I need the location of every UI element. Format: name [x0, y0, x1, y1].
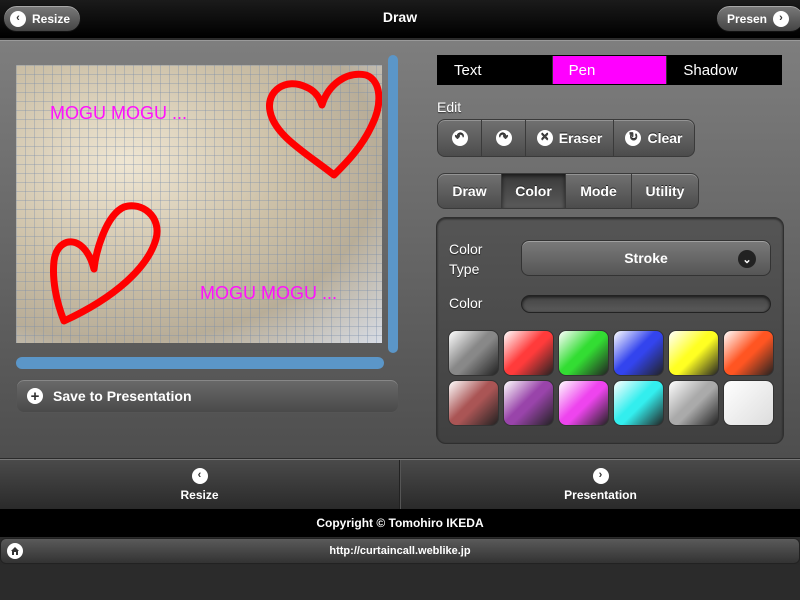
color-swatch[interactable]: [613, 380, 664, 426]
tab-pen[interactable]: Pen: [552, 56, 668, 84]
redo-icon: ↷: [495, 130, 512, 146]
chevron-right-icon: ›: [592, 467, 609, 484]
red-heart-drawing: [266, 70, 382, 179]
color-swatch[interactable]: [723, 380, 774, 426]
refresh-icon: ↻: [625, 130, 642, 146]
color-type-select[interactable]: Stroke ⌄: [521, 240, 771, 276]
plus-icon: +: [27, 388, 43, 404]
color-value-field[interactable]: [521, 295, 771, 313]
color-swatch[interactable]: [668, 330, 719, 376]
color-swatch[interactable]: [613, 330, 664, 376]
color-type-label: Color Type: [449, 241, 483, 277]
save-to-presentation-label: Save to Presentation: [53, 388, 192, 404]
red-heart-drawing: [50, 202, 161, 325]
redo-button[interactable]: ↷: [482, 120, 526, 156]
tab-shadow[interactable]: Shadow: [667, 56, 782, 84]
canvas-vertical-scrollbar[interactable]: [388, 55, 398, 353]
edit-section-label: Edit: [437, 99, 462, 115]
home-icon[interactable]: [7, 543, 23, 559]
color-panel: Color Type Stroke ⌄ Color: [436, 217, 784, 444]
color-swatch[interactable]: [503, 330, 554, 376]
clear-label: Clear: [647, 130, 683, 146]
canvas-text-bottom: MOGU MOGU ...: [200, 283, 337, 303]
chevron-left-icon: ‹: [191, 467, 208, 484]
mode-tabs: Draw Color Mode Utility: [437, 173, 699, 209]
color-swatch-grid: [448, 330, 774, 426]
color-swatch[interactable]: [668, 380, 719, 426]
nav-presentation-label: Presentation: [564, 487, 637, 502]
footer-copyright: Copyright © Tomohiro IKEDA: [0, 509, 800, 537]
color-swatch[interactable]: [558, 380, 609, 426]
color-swatch[interactable]: [448, 380, 499, 426]
color-swatch[interactable]: [448, 330, 499, 376]
nav-resize-button[interactable]: ‹ Resize: [0, 460, 400, 509]
presentation-forward-button[interactable]: Presen ›: [715, 5, 800, 32]
color-swatch[interactable]: [558, 330, 609, 376]
main-content: MOGU MOGU ... MOGU MOGU ... + Save to Pr…: [0, 40, 800, 458]
tab-color[interactable]: Color: [502, 174, 566, 208]
tab-text[interactable]: Text: [438, 56, 553, 84]
eraser-label: Eraser: [558, 130, 603, 146]
canvas-horizontal-scrollbar[interactable]: [16, 357, 384, 369]
tab-mode[interactable]: Mode: [566, 174, 632, 208]
tab-draw[interactable]: Draw: [438, 174, 502, 208]
tab-utility[interactable]: Utility: [632, 174, 698, 208]
color-type-value: Stroke: [624, 250, 668, 266]
canvas-text-top: MOGU MOGU ...: [50, 103, 187, 123]
tool-tabs: Text Pen Shadow: [437, 55, 782, 85]
edit-toolbar: ↶ ↷ ✕ Eraser ↻ Clear: [437, 119, 695, 157]
drawing-canvas[interactable]: MOGU MOGU ... MOGU MOGU ...: [16, 65, 382, 343]
save-to-presentation-button[interactable]: + Save to Presentation: [16, 379, 399, 413]
color-label: Color: [449, 295, 483, 311]
color-swatch[interactable]: [503, 380, 554, 426]
eraser-button[interactable]: ✕ Eraser: [526, 120, 614, 156]
undo-icon: ↶: [451, 130, 468, 146]
header-bar: ‹ Resize Draw Presen ›: [0, 0, 800, 38]
url-text[interactable]: http://curtaincall.weblike.jp: [329, 545, 470, 557]
undo-button[interactable]: ↶: [438, 120, 482, 156]
page-title: Draw: [382, 9, 418, 25]
color-swatch[interactable]: [723, 330, 774, 376]
chevron-down-icon: ⌄: [738, 250, 756, 268]
chevron-right-icon: ›: [773, 10, 789, 27]
close-icon: ✕: [536, 130, 553, 146]
clear-button[interactable]: ↻ Clear: [614, 120, 694, 156]
bottom-strip: [0, 565, 800, 600]
nav-presentation-button[interactable]: › Presentation: [400, 460, 800, 509]
nav-resize-label: Resize: [180, 487, 219, 502]
bottom-nav: ‹ Resize › Presentation: [0, 459, 800, 509]
url-bar[interactable]: http://curtaincall.weblike.jp: [0, 538, 800, 564]
presentation-forward-label: Presen: [726, 11, 767, 26]
